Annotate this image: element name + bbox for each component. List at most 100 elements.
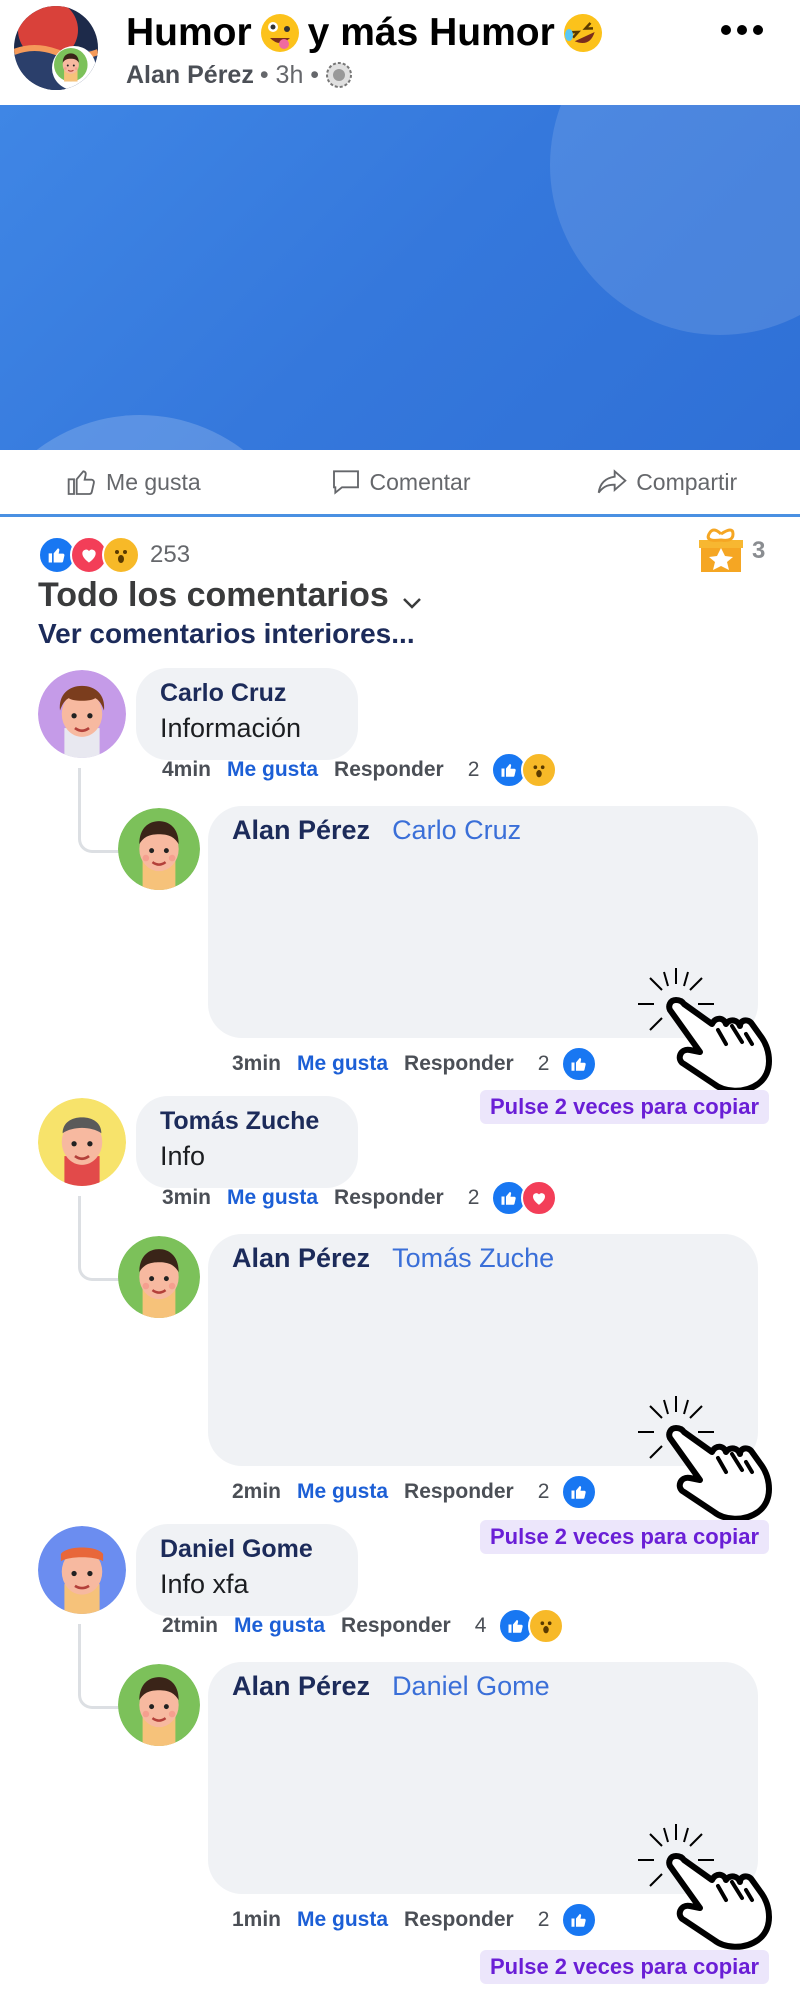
comment-time: 4min xyxy=(162,758,212,781)
copy-hint-label[interactable]: Pulse 2 veces para copiar xyxy=(480,1090,770,1124)
thread-connector xyxy=(78,1624,119,1709)
comment-bubble[interactable]: Carlo Cruz Información xyxy=(136,668,358,760)
reply-reaction-count: 2 xyxy=(537,1480,550,1503)
reply-time: 1min xyxy=(232,1908,282,1931)
comment-like-button[interactable]: Me gusta xyxy=(234,1614,325,1638)
double-tap-hand-icon xyxy=(636,1394,776,1524)
like-reaction-icon xyxy=(561,1902,598,1938)
reply-reactions[interactable] xyxy=(561,1902,598,1938)
comment-reactions[interactable] xyxy=(491,752,558,788)
reply-reply-button[interactable]: Responder xyxy=(404,1480,514,1504)
comments-filter[interactable]: Todo los comentarios xyxy=(38,576,423,615)
comment-like-button[interactable]: Me gusta xyxy=(227,1186,318,1210)
avatar[interactable] xyxy=(118,1236,200,1318)
reply-time: 3min xyxy=(232,1052,282,1075)
gift-icon xyxy=(699,528,743,572)
double-tap-hand-icon xyxy=(636,1822,776,1952)
comment-reply-button[interactable]: Responder xyxy=(334,758,444,782)
copy-hint-label[interactable]: Pulse 2 veces para copiar xyxy=(480,1520,770,1554)
reply-reactions[interactable] xyxy=(561,1474,598,1510)
reply-reaction-count: 2 xyxy=(537,1052,550,1075)
comment-author[interactable]: Carlo Cruz xyxy=(160,676,334,710)
comment-action-label: Comentar xyxy=(369,468,471,495)
comment-icon xyxy=(332,470,359,495)
comment-time: 3min xyxy=(162,1186,212,1209)
reply-like-button[interactable]: Me gusta xyxy=(297,1052,388,1076)
comment-reply-button[interactable]: Responder xyxy=(334,1186,444,1210)
comment-time: 2tmin xyxy=(162,1614,219,1637)
gift-counter[interactable]: 3 xyxy=(698,528,765,574)
avatar[interactable] xyxy=(38,670,126,758)
share-icon xyxy=(597,469,627,494)
reply-reaction-count: 2 xyxy=(537,1908,550,1931)
reply-header: Alan Pérez Tomás Zuche xyxy=(208,1234,758,1282)
thumbs-up-outline-icon xyxy=(67,470,95,495)
comment-author[interactable]: Daniel Gome xyxy=(160,1532,334,1566)
comment-reactions[interactable] xyxy=(498,1608,565,1644)
more-options-button[interactable] xyxy=(712,10,772,50)
share-action-label: Compartir xyxy=(636,468,738,495)
reply-reactions[interactable] xyxy=(561,1046,598,1082)
comment-text: Información xyxy=(160,713,302,743)
reply-header: Alan Pérez Carlo Cruz xyxy=(208,806,758,854)
reply-reply-button[interactable]: Responder xyxy=(404,1052,514,1076)
like-action-button[interactable]: Me gusta xyxy=(0,450,267,514)
comment-reaction-count: 2 xyxy=(467,758,480,781)
wow-reaction-icon xyxy=(528,1608,565,1644)
reply-reply-button[interactable]: Responder xyxy=(404,1908,514,1932)
love-reaction-icon xyxy=(521,1180,558,1216)
wow-reaction-icon xyxy=(521,752,558,788)
comment-meta: 4min Me gusta Responder 2 xyxy=(162,752,558,788)
reply-meta: 3min Me gusta Responder 2 xyxy=(232,1046,598,1082)
reaction-count: 253 xyxy=(150,541,191,568)
post-time: • 3h • xyxy=(259,61,320,89)
reply-author[interactable]: Alan Pérez xyxy=(232,1243,370,1273)
comments-filter-label: Todo los comentarios xyxy=(38,576,389,614)
wow-reaction-icon xyxy=(102,536,140,574)
thread-connector xyxy=(78,1196,119,1281)
comment-text: Info xfa xyxy=(160,1569,249,1599)
reply-author[interactable]: Alan Pérez xyxy=(232,1671,370,1701)
double-tap-hand-icon xyxy=(636,966,776,1096)
post-author[interactable]: Alan Pérez xyxy=(126,58,254,92)
reply-meta: 1min Me gusta Responder 2 xyxy=(232,1902,598,1938)
reply-like-button[interactable]: Me gusta xyxy=(297,1908,388,1932)
reply-mention[interactable]: Tomás Zuche xyxy=(392,1243,554,1273)
like-reaction-icon xyxy=(561,1474,598,1510)
avatar[interactable] xyxy=(118,1664,200,1746)
reply-author[interactable]: Alan Pérez xyxy=(232,815,370,845)
post-action-bar: Me gusta Comentar Compartir xyxy=(0,450,800,517)
group-title-part1: Humor xyxy=(126,11,252,54)
avatar[interactable] xyxy=(118,808,200,890)
avatar[interactable] xyxy=(38,1098,126,1186)
group-title[interactable]: Humor y más Humor xyxy=(126,6,603,60)
reply-time: 2min xyxy=(232,1480,282,1503)
comment-author[interactable]: Tomás Zuche xyxy=(160,1104,334,1138)
view-more-comments-link[interactable]: Ver comentarios interiores... xyxy=(38,618,415,650)
comment-action-button[interactable]: Comentar xyxy=(267,450,534,514)
reply-mention[interactable]: Daniel Gome xyxy=(392,1671,550,1701)
reply-like-button[interactable]: Me gusta xyxy=(297,1480,388,1504)
avatar[interactable] xyxy=(38,1526,126,1614)
comment-reactions[interactable] xyxy=(491,1180,558,1216)
reply-header: Alan Pérez Daniel Gome xyxy=(208,1662,758,1710)
comment-reaction-count: 2 xyxy=(467,1186,480,1209)
rofl-face-icon xyxy=(563,14,602,52)
comment-bubble[interactable]: Tomás Zuche Info xyxy=(136,1096,358,1188)
like-action-label: Me gusta xyxy=(106,468,201,495)
comment-text: Info xyxy=(160,1141,206,1171)
chevron-down-icon xyxy=(402,597,421,609)
dot-icon xyxy=(753,25,763,35)
comment-bubble[interactable]: Daniel Gome Info xfa xyxy=(136,1524,358,1616)
share-action-button[interactable]: Compartir xyxy=(533,450,800,514)
reply-mention[interactable]: Carlo Cruz xyxy=(392,815,521,845)
post-image[interactable] xyxy=(0,105,800,450)
reactions-summary[interactable]: 253 xyxy=(38,536,190,574)
group-avatar[interactable] xyxy=(14,6,98,90)
like-reaction-icon xyxy=(561,1046,598,1082)
group-title-part2: y más Humor xyxy=(307,11,555,54)
copy-hint-label[interactable]: Pulse 2 veces para copiar xyxy=(480,1950,770,1984)
comment-like-button[interactable]: Me gusta xyxy=(227,758,318,782)
comment-reply-button[interactable]: Responder xyxy=(341,1614,451,1638)
comment-reaction-count: 4 xyxy=(474,1614,487,1637)
